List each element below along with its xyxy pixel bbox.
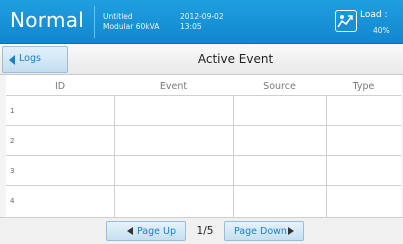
active-event-screen: Normal Untitled Modular 60kVA 2012-09-02… xyxy=(0,0,403,244)
title-bar: Logs Active Event xyxy=(0,44,403,75)
table-row[interactable]: 3 xyxy=(6,155,401,186)
load-label: Load : xyxy=(360,10,388,20)
event-cell xyxy=(114,126,233,156)
column-header-type: Type xyxy=(352,81,375,92)
time-display: 13:05 xyxy=(180,22,202,31)
event-cell xyxy=(114,156,233,186)
column-header-source: Source xyxy=(263,81,296,92)
source-cell xyxy=(233,126,326,156)
operating-mode: Normal xyxy=(10,8,85,32)
row-id: 3 xyxy=(10,167,15,175)
device-model: Modular 60kVA xyxy=(103,22,160,31)
triangle-right-icon xyxy=(288,227,294,235)
page-title: Active Event xyxy=(197,52,274,66)
load-gauge-glyph xyxy=(337,15,353,28)
column-header-id: ID xyxy=(54,81,66,92)
table-row[interactable]: 1 xyxy=(6,95,401,126)
table-row[interactable]: 4 xyxy=(6,185,401,218)
page-up-button[interactable]: Page Up xyxy=(106,221,186,241)
event-table-body: 1 2 3 4 xyxy=(6,95,401,218)
status-header: Normal Untitled Modular 60kVA 2012-09-02… xyxy=(0,0,403,44)
back-arrow-icon xyxy=(9,55,15,65)
load-gauge-icon xyxy=(335,10,357,32)
source-cell xyxy=(233,186,326,218)
logs-back-button[interactable]: Logs xyxy=(2,46,68,73)
row-id: 2 xyxy=(10,137,15,145)
logs-back-label: Logs xyxy=(19,53,41,64)
type-cell xyxy=(326,186,401,218)
pagination-bar: Page Up 1/5 Page Down xyxy=(0,217,403,244)
header-divider xyxy=(94,6,95,38)
type-cell xyxy=(326,126,401,156)
event-table: ID Event Source Type 1 2 3 4 xyxy=(6,75,401,218)
row-id: 4 xyxy=(10,197,15,205)
page-down-button[interactable]: Page Down xyxy=(224,221,304,241)
page-indicator: 1/5 xyxy=(196,225,214,237)
load-value: 40% xyxy=(373,26,390,35)
source-cell xyxy=(233,156,326,186)
event-cell xyxy=(114,96,233,126)
date-display: 2012-09-02 xyxy=(180,12,224,21)
device-name: Untitled xyxy=(103,12,133,21)
triangle-left-icon xyxy=(127,227,133,235)
type-cell xyxy=(326,96,401,126)
table-row[interactable]: 2 xyxy=(6,125,401,156)
source-cell xyxy=(233,96,326,126)
page-down-label: Page Down xyxy=(234,226,287,237)
column-header-event: Event xyxy=(159,81,188,92)
event-cell xyxy=(114,186,233,218)
row-id: 1 xyxy=(10,107,15,115)
page-up-label: Page Up xyxy=(137,226,177,237)
type-cell xyxy=(326,156,401,186)
